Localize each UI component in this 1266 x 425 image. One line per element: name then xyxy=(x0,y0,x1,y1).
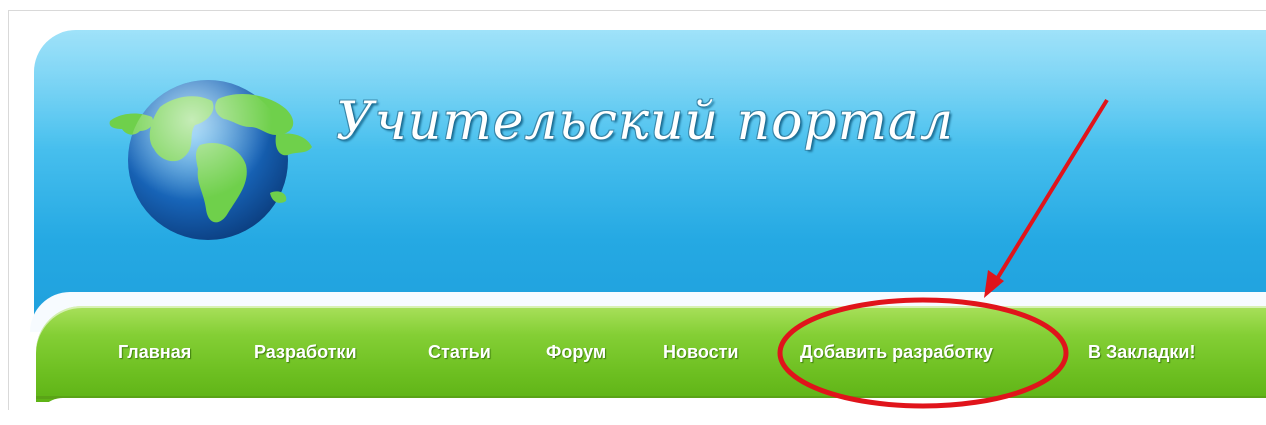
page: Учительский портал Главная Разработки Ст… xyxy=(0,0,1266,425)
globe-icon[interactable] xyxy=(100,65,320,245)
site-title[interactable]: Учительский портал xyxy=(336,92,954,152)
globe-logo-svg xyxy=(109,80,312,240)
content-area xyxy=(36,398,1266,425)
nav-item-forum[interactable]: Форум xyxy=(546,342,606,363)
nav-item-articles[interactable]: Статьи xyxy=(428,342,491,363)
nav-item-news[interactable]: Новости xyxy=(663,342,738,363)
frame-top-border xyxy=(8,10,1266,11)
main-navigation xyxy=(36,306,1266,402)
nav-item-developments[interactable]: Разработки xyxy=(254,342,357,363)
nav-item-add-development[interactable]: Добавить разработку xyxy=(800,342,993,363)
nav-item-home[interactable]: Главная xyxy=(118,342,191,363)
frame-left-border xyxy=(8,10,9,410)
nav-item-bookmarks[interactable]: В Закладки! xyxy=(1088,342,1195,363)
